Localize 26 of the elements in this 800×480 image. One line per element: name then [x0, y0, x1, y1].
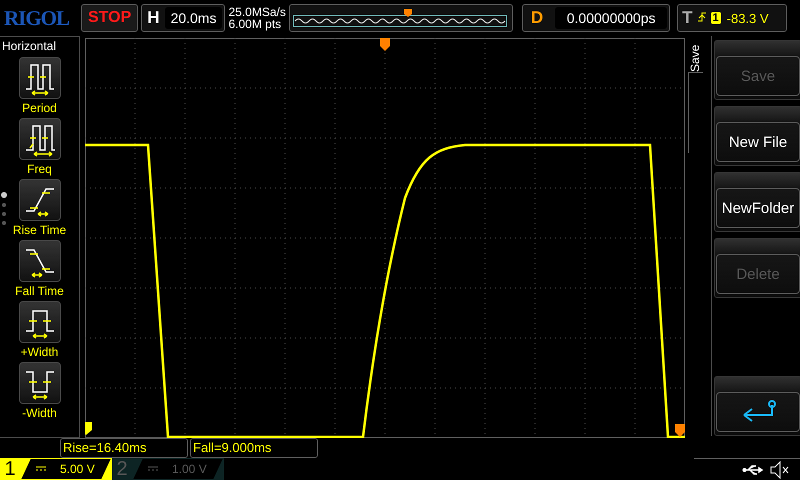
channel-ground-marker[interactable] [85, 422, 92, 435]
page-dot[interactable] [1, 192, 7, 198]
measurement-readout: Fall=9.000ms [190, 438, 318, 458]
menu-title: Save [688, 44, 702, 72]
back-button[interactable] [714, 376, 800, 436]
speaker-muted-icon [770, 460, 790, 478]
dc-coupling-icon [36, 466, 46, 472]
memory-depth: 6.00M pts [228, 18, 282, 30]
page-dot[interactable] [2, 212, 6, 216]
measurement-readout: Rise=16.40ms [60, 438, 188, 458]
page-dot[interactable] [2, 221, 6, 225]
sample-rate: 25.0MSa/s [228, 6, 286, 18]
page-dot[interactable] [2, 203, 6, 207]
dc-coupling-icon [148, 466, 158, 472]
panel-title: Horizontal [1, 39, 56, 53]
trigger-display[interactable]: T 1 -83.3 V [677, 4, 788, 32]
delay-display[interactable]: D 0.00000000ps [522, 4, 670, 32]
trigger-position-marker[interactable] [380, 38, 390, 51]
timebase-display[interactable]: H 20.0ms [141, 4, 226, 32]
usb-icon [742, 464, 764, 476]
channel-tab[interactable]: 1 5.00 V [0, 458, 112, 480]
run-stop-indicator[interactable]: STOP [81, 4, 138, 32]
brand-logo: RIGOL [4, 6, 70, 30]
menu-button[interactable]: New File [714, 106, 800, 166]
trigger-level-marker[interactable] [675, 424, 685, 437]
menu-button[interactable]: NewFolder [714, 172, 800, 232]
